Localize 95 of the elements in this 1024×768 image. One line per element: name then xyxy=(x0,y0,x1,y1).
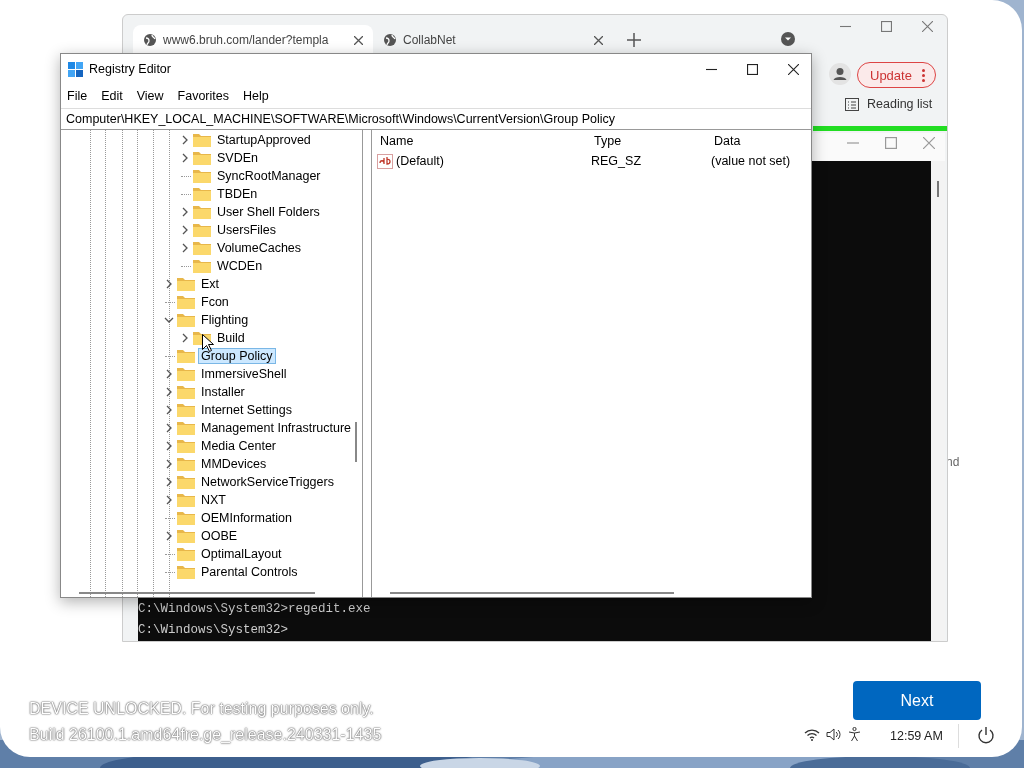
globe-icon xyxy=(143,33,157,47)
console-line: C:\Windows\System32> xyxy=(138,623,290,638)
tree-item[interactable]: Group Policy xyxy=(198,348,276,364)
tree-item[interactable]: OptimalLayout xyxy=(198,546,285,562)
folder-icon xyxy=(177,493,195,507)
more-icon[interactable] xyxy=(921,68,925,82)
address-field[interactable]: Computer\HKEY_LOCAL_MACHINE\SOFTWARE\Microsoft\Windows\CurrentVersion\Group Policy xyxy=(61,108,811,130)
tree-item[interactable]: NXT xyxy=(198,492,229,508)
tree-item[interactable]: StartupApproved xyxy=(214,132,314,148)
tree-item[interactable]: TBDEn xyxy=(214,186,261,202)
maximize-icon[interactable] xyxy=(747,63,758,75)
profile-icon[interactable] xyxy=(829,63,851,85)
close-icon[interactable] xyxy=(788,63,799,75)
power-icon[interactable] xyxy=(977,726,995,744)
tree-item[interactable]: Installer xyxy=(198,384,248,400)
tree-item[interactable]: SyncRootManager xyxy=(214,168,324,184)
value-data: (value not set) xyxy=(711,154,792,168)
folder-icon xyxy=(177,529,195,543)
notice-text: DEVICE UNLOCKED. For testing purposes only. xyxy=(29,700,375,718)
tree-item[interactable]: Ext xyxy=(198,276,223,292)
folder-icon xyxy=(177,277,195,291)
menu-item[interactable]: Edit xyxy=(101,89,123,103)
folder-icon xyxy=(177,403,195,417)
value-row[interactable]: (Default) REG_SZ (value not set) xyxy=(372,152,811,170)
scrollbar[interactable] xyxy=(390,592,674,594)
tree-item[interactable]: VolumeCaches xyxy=(214,240,305,256)
folder-icon xyxy=(193,169,211,183)
tree-item[interactable]: NetworkServiceTriggers xyxy=(198,474,337,490)
scrollbar[interactable] xyxy=(355,422,357,462)
update-button[interactable]: Update xyxy=(857,62,936,88)
scrollbar[interactable] xyxy=(931,161,945,641)
folder-icon xyxy=(177,475,195,489)
value-name: (Default) xyxy=(396,154,444,168)
folder-icon xyxy=(193,133,211,147)
column-header[interactable]: Type xyxy=(594,134,714,148)
tree-item[interactable]: User Shell Folders xyxy=(214,204,323,220)
next-button[interactable]: Next xyxy=(853,681,981,720)
folder-icon xyxy=(177,367,195,381)
accessibility-icon[interactable] xyxy=(848,727,861,742)
registry-icon xyxy=(68,61,83,77)
scrollbar[interactable] xyxy=(79,592,315,594)
folder-icon xyxy=(177,511,195,525)
column-header[interactable]: Name xyxy=(380,134,594,148)
close-icon[interactable] xyxy=(354,35,363,45)
tree-item[interactable]: Internet Settings xyxy=(198,402,296,418)
browser-tab[interactable]: CollabNet xyxy=(373,25,613,55)
tree-item[interactable]: UsersFiles xyxy=(214,222,280,238)
tree-item[interactable]: Parental Controls xyxy=(198,564,301,580)
browser-tab[interactable]: www6.bruh.com/lander?templa xyxy=(133,25,373,55)
folder-icon xyxy=(177,457,195,471)
folder-icon xyxy=(177,439,195,453)
tree-item[interactable]: MMDevices xyxy=(198,456,270,472)
folder-icon xyxy=(193,187,211,201)
folder-icon xyxy=(193,259,211,273)
folder-icon xyxy=(177,295,195,309)
close-icon[interactable] xyxy=(594,35,603,45)
wifi-icon[interactable] xyxy=(804,728,820,741)
console-line: C:\Windows\System32>regedit.exe xyxy=(138,602,371,617)
string-value-icon xyxy=(377,153,393,169)
menu-item[interactable]: Favorites xyxy=(177,89,229,103)
notice-text: Build 26100.1.amd64fre.ge_release.240331-1435 xyxy=(29,726,382,744)
menu-item[interactable]: View xyxy=(136,89,164,103)
reading-list-link[interactable]: Reading list xyxy=(867,97,933,111)
folder-icon xyxy=(193,223,211,237)
tree-item[interactable]: Media Center xyxy=(198,438,280,454)
clock-time: 12:59 AM xyxy=(890,729,943,743)
tree-item[interactable]: ImmersiveShell xyxy=(198,366,290,382)
folder-icon xyxy=(193,241,211,255)
folder-icon xyxy=(177,349,195,363)
folder-icon xyxy=(193,151,211,165)
menu-item[interactable]: Help xyxy=(243,89,269,103)
tree-item[interactable]: SVDEn xyxy=(214,150,261,166)
reading-list-icon[interactable] xyxy=(845,97,859,111)
globe-icon xyxy=(383,33,397,47)
folder-icon xyxy=(193,205,211,219)
folder-icon xyxy=(177,547,195,561)
value-type: REG_SZ xyxy=(591,154,642,168)
tree-item[interactable]: WCDEn xyxy=(214,258,266,274)
tree-item[interactable]: OOBE xyxy=(198,528,241,544)
folder-icon xyxy=(177,385,195,399)
cursor-icon xyxy=(202,334,214,352)
new-tab-icon[interactable] xyxy=(627,33,641,47)
volume-icon[interactable] xyxy=(826,728,842,741)
tree-item[interactable]: Management Infrastructure xyxy=(198,420,355,436)
folder-icon xyxy=(177,421,195,435)
column-header[interactable]: Data xyxy=(714,134,811,148)
window-title: Registry Editor xyxy=(89,62,172,76)
tree-item[interactable]: Flighting xyxy=(198,312,252,328)
folder-icon xyxy=(177,565,195,579)
tree-item[interactable]: Build xyxy=(214,330,248,346)
tab-search-icon[interactable] xyxy=(781,32,795,46)
folder-icon xyxy=(177,313,195,327)
tree-item[interactable]: OEMInformation xyxy=(198,510,295,526)
menu-item[interactable]: File xyxy=(67,89,88,103)
tree-item[interactable]: Fcon xyxy=(198,294,232,310)
